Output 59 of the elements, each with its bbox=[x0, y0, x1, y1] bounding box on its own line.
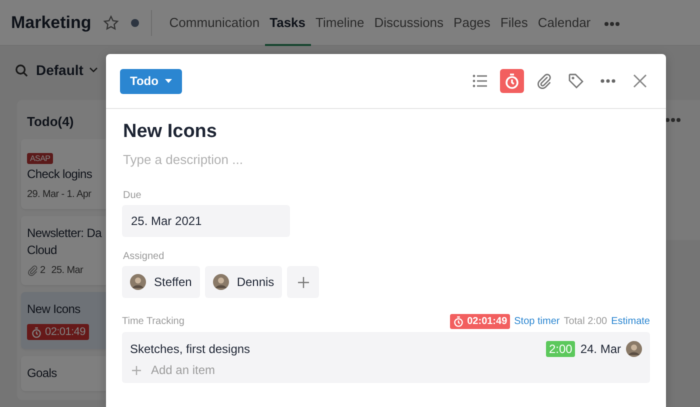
task-title: Newsletter: Da bbox=[27, 225, 102, 242]
stopwatch-icon bbox=[504, 73, 520, 89]
task-title: Goals bbox=[27, 365, 57, 382]
date-text: 29. Mar - 1. Apr bbox=[27, 189, 92, 200]
stop-timer-link[interactable]: Stop timer bbox=[514, 316, 560, 327]
avatar bbox=[626, 341, 642, 357]
time-entry-text: Sketches, first designs bbox=[130, 342, 250, 356]
nav-tab[interactable]: Discussions bbox=[369, 0, 449, 46]
add-item-field[interactable]: Add an item bbox=[151, 363, 216, 377]
add-assignee-button[interactable] bbox=[287, 266, 320, 298]
nav-tab[interactable]: Pages bbox=[448, 0, 496, 46]
paperclip-icon bbox=[27, 265, 38, 276]
duration-badge: 2:00 bbox=[546, 341, 576, 357]
task-title: Check logins bbox=[27, 166, 92, 183]
field-label: Due bbox=[123, 190, 142, 201]
task-title: New Icons bbox=[27, 301, 80, 318]
estimate-link[interactable]: Estimate bbox=[611, 316, 650, 327]
due-date-field[interactable]: 25. Mar 2021 bbox=[122, 205, 290, 237]
task-card[interactable]: New Icons 02:01:49 bbox=[21, 292, 106, 349]
task-card[interactable]: Goals bbox=[21, 356, 106, 391]
more-icon[interactable] bbox=[604, 20, 620, 26]
caret-icon bbox=[89, 67, 98, 73]
description-field[interactable]: Type a description ... bbox=[123, 152, 650, 167]
star-icon[interactable] bbox=[103, 14, 120, 30]
caret-icon bbox=[165, 79, 172, 83]
date-text: 25. Mar bbox=[51, 265, 84, 276]
stopwatch-icon bbox=[453, 316, 464, 327]
running-timer-badge: 02:01:49 bbox=[450, 314, 510, 329]
nav-tab[interactable]: Files bbox=[495, 0, 533, 46]
field-label: Assigned bbox=[123, 251, 166, 262]
nav-tab[interactable]: Communication bbox=[164, 0, 265, 46]
stopwatch-icon bbox=[31, 326, 42, 338]
status-dropdown[interactable]: Todo bbox=[120, 68, 182, 94]
total-time: Total 2:00 bbox=[564, 316, 608, 327]
entry-date: 24. Mar bbox=[580, 342, 621, 356]
column-menu-icon[interactable] bbox=[665, 117, 681, 123]
search-icon[interactable] bbox=[15, 64, 28, 76]
nav-tab[interactable]: Timeline bbox=[310, 0, 370, 46]
field-label: Time Tracking bbox=[122, 316, 184, 327]
assignee-chip[interactable]: Steffen bbox=[122, 266, 200, 298]
task-card[interactable]: Newsletter: Da Cloud 2 25. Mar bbox=[21, 216, 106, 285]
priority-tag: ASAP bbox=[27, 153, 54, 164]
avatar bbox=[130, 274, 146, 290]
status-dot bbox=[131, 18, 140, 26]
task-card[interactable]: ASAP Check logins 29. Mar - 1. Apr bbox=[21, 139, 106, 209]
project-title: Marketing bbox=[11, 12, 92, 32]
plus-icon bbox=[298, 276, 309, 288]
task-title: Cloud bbox=[27, 242, 57, 259]
assignee-chip[interactable]: Dennis bbox=[204, 266, 282, 298]
timer-button[interactable] bbox=[500, 69, 524, 93]
nav-tab[interactable]: Calendar bbox=[532, 0, 596, 46]
nav-tab[interactable]: Tasks bbox=[264, 0, 311, 46]
column-title: Todo(4) bbox=[27, 114, 75, 129]
attachment-count: 2 bbox=[40, 265, 46, 276]
plus-icon bbox=[132, 366, 141, 374]
view-selector[interactable]: Default bbox=[36, 62, 98, 78]
avatar bbox=[212, 274, 229, 290]
task-title: New Icons bbox=[123, 121, 218, 143]
timer-badge: 02:01:49 bbox=[27, 324, 90, 340]
